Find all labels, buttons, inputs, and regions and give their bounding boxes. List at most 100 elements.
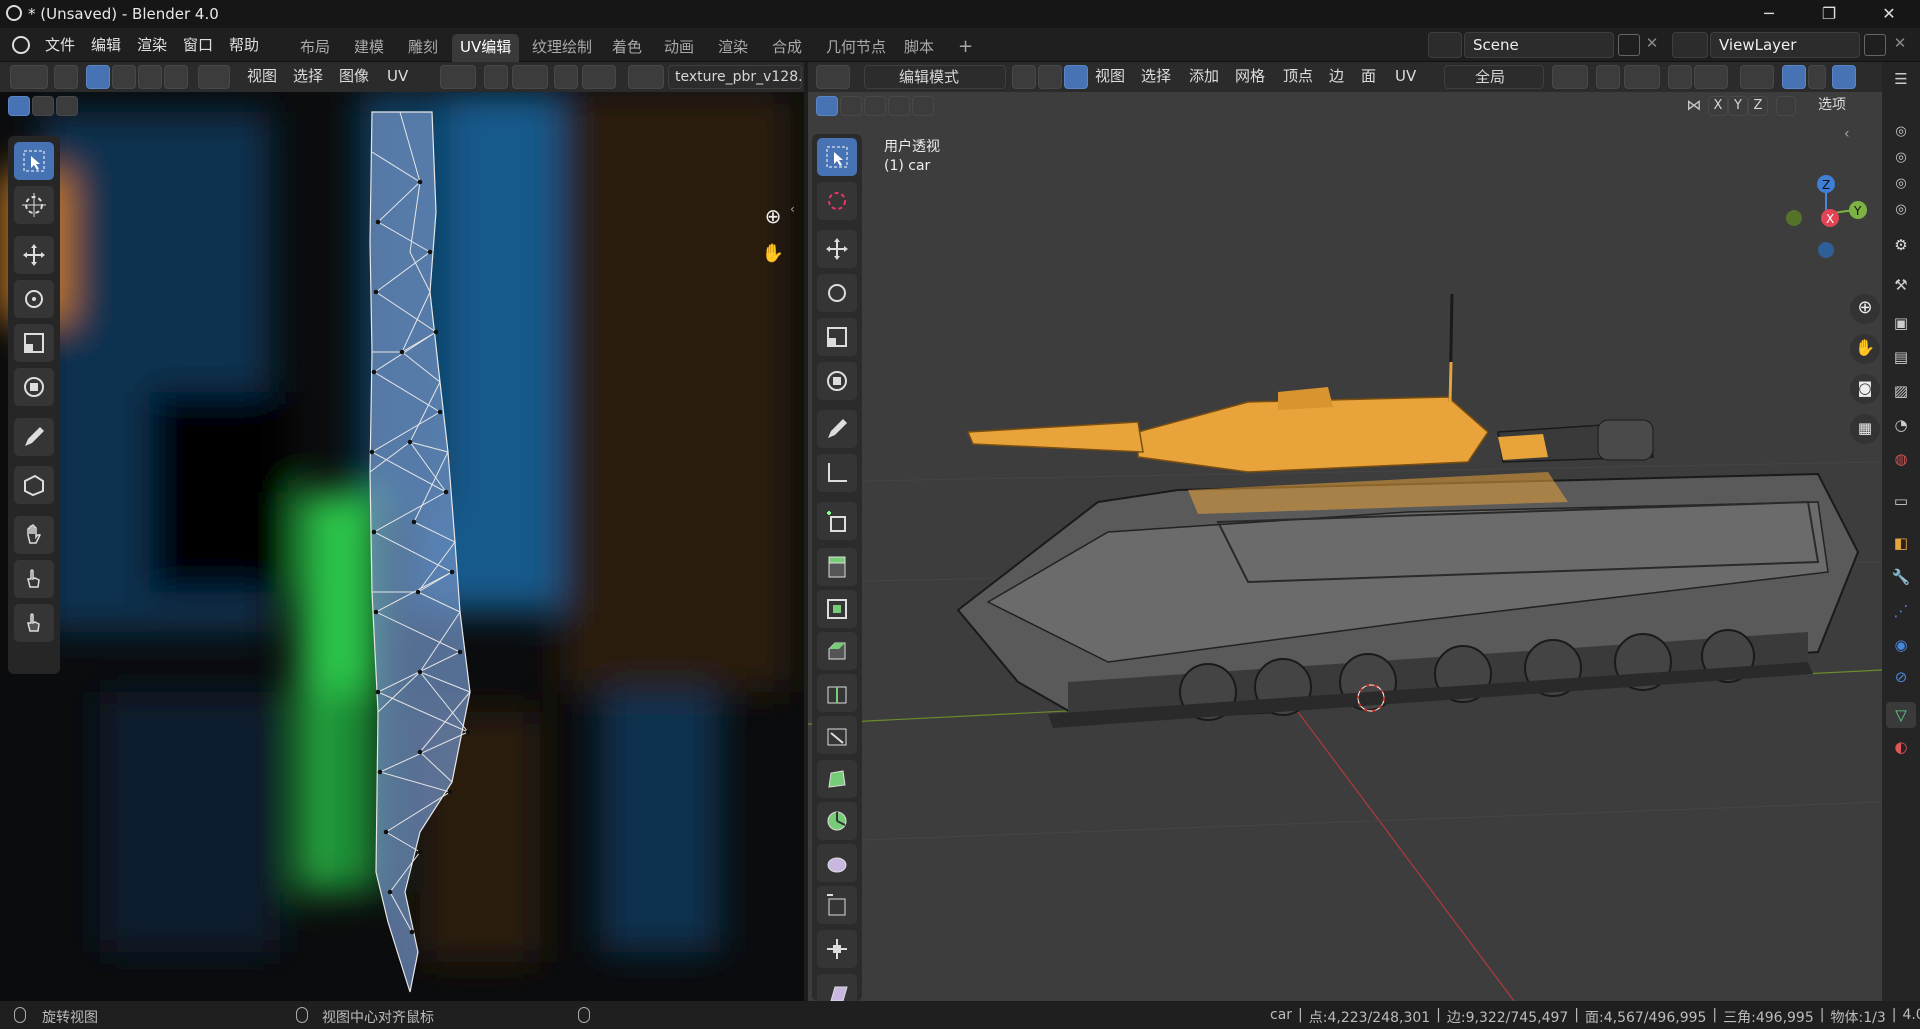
vp-rotate-tool[interactable] [817, 274, 857, 312]
outliner-toggle-icon[interactable]: ☰ [1890, 70, 1912, 90]
scene-props-icon[interactable]: ◔ [1890, 416, 1912, 438]
vp-edge-slide-tool[interactable] [817, 886, 857, 924]
menu-help[interactable]: 帮助 [222, 34, 266, 56]
delete-scene-icon[interactable]: ✕ [1642, 34, 1662, 56]
render-props-icon[interactable]: ▣ [1890, 314, 1912, 336]
tab-modeling[interactable]: 建模 [346, 34, 392, 62]
sync-selection-icon[interactable] [54, 65, 78, 89]
tab-scripting[interactable]: 脚本 [896, 34, 942, 62]
menu-render[interactable]: 渲染 [130, 34, 174, 56]
vp-smooth-tool[interactable] [817, 844, 857, 882]
output-props-icon[interactable]: ▤ [1890, 348, 1912, 370]
tab-layout[interactable]: 布局 [292, 34, 338, 62]
material-props-icon[interactable]: ◐ [1890, 738, 1912, 760]
tool-props-icon[interactable]: ⚙ [1890, 236, 1912, 258]
maximize-button[interactable]: ❐ [1806, 2, 1852, 26]
uv-menu-view[interactable]: 视图 [242, 65, 282, 89]
camera-4-icon[interactable]: ◎ [1892, 202, 1910, 220]
vertex-select-icon[interactable] [86, 65, 110, 89]
editor-type-icon[interactable] [10, 65, 48, 89]
falloff-icon[interactable] [582, 65, 616, 89]
vp-scale-tool[interactable] [817, 318, 857, 356]
tab-animation[interactable]: 动画 [656, 34, 702, 62]
vp-pan-icon[interactable]: ✋ [1850, 334, 1880, 364]
uv-menu-image[interactable]: 图像 [334, 65, 374, 89]
constraints-props-icon[interactable]: ⊘ [1890, 668, 1912, 690]
vp-bevel-tool[interactable] [817, 632, 857, 670]
vp-shear-tool[interactable] [817, 974, 857, 1001]
physics-props-icon[interactable]: ◉ [1890, 636, 1912, 658]
sticky-select-icon[interactable] [198, 65, 230, 89]
uv-menu-uv[interactable]: UV [382, 65, 413, 89]
scene-name-field[interactable]: Scene [1464, 32, 1614, 58]
vp-loopcut-tool[interactable] [817, 674, 857, 712]
world-props-icon[interactable]: ◍ [1890, 450, 1912, 472]
tab-compositing[interactable]: 合成 [764, 34, 810, 62]
sidebar-toggle-icon[interactable]: ‹ [790, 202, 795, 216]
scale-tool[interactable] [14, 324, 54, 362]
tab-shading[interactable]: 着色 [604, 34, 650, 62]
vp-annotate-tool[interactable] [817, 410, 857, 448]
rip-region-tool[interactable] [14, 466, 54, 504]
tab-geometry-nodes[interactable]: 几何节点 [818, 34, 894, 62]
relax-tool[interactable] [14, 560, 54, 598]
particles-props-icon[interactable]: ⋰ [1890, 602, 1912, 624]
proportional-edit-icon[interactable] [554, 65, 578, 89]
island-select-icon[interactable] [164, 65, 188, 89]
zoom-icon[interactable]: ⊕ [760, 204, 786, 230]
face-select-icon[interactable] [138, 65, 162, 89]
camera-3-icon[interactable]: ◎ [1892, 176, 1910, 194]
vp-zoom-icon[interactable]: ⊕ [1850, 294, 1880, 324]
vp-cursor-tool[interactable] [817, 182, 857, 220]
object-props-icon[interactable]: ◧ [1890, 534, 1912, 556]
vp-move-tool[interactable] [817, 230, 857, 268]
select-extend-mode-icon[interactable] [32, 96, 54, 116]
vp-add-cube-tool[interactable] [817, 502, 857, 540]
annotate-tool[interactable] [14, 418, 54, 456]
new-viewlayer-icon[interactable] [1864, 34, 1886, 56]
snap-target-icon[interactable] [512, 65, 548, 89]
tab-rendering[interactable]: 渲染 [710, 34, 756, 62]
collection-props-icon[interactable]: ▭ [1890, 492, 1912, 514]
tab-uv-editing[interactable]: UV编辑 [452, 34, 520, 62]
move-tool[interactable] [14, 236, 54, 274]
vp-extrude-tool[interactable] [817, 548, 857, 586]
vp-inset-tool[interactable] [817, 590, 857, 628]
tab-texture-paint[interactable]: 纹理绘制 [524, 34, 600, 62]
ortho-toggle-icon[interactable]: ▦ [1850, 414, 1880, 444]
image-browse-icon[interactable] [628, 65, 664, 89]
vp-transform-tool[interactable] [817, 362, 857, 400]
tool-settings-icon[interactable]: ⚒ [1890, 276, 1912, 298]
pan-hand-icon[interactable]: ✋ [760, 242, 786, 268]
new-scene-icon[interactable] [1618, 34, 1640, 56]
select-box-tool[interactable] [14, 142, 54, 180]
tab-sculpting[interactable]: 雕刻 [400, 34, 446, 62]
pinch-tool[interactable] [14, 604, 54, 642]
camera-2-icon[interactable]: ◎ [1892, 150, 1910, 168]
viewlayer-selector-icon[interactable] [1672, 32, 1708, 58]
cursor-tool[interactable] [14, 186, 54, 224]
blender-menu-icon[interactable] [12, 36, 30, 54]
viewlayer-name-field[interactable]: ViewLayer [1710, 32, 1860, 58]
data-props-icon[interactable]: ▽ [1886, 702, 1916, 728]
scene-selector-icon[interactable] [1428, 32, 1462, 58]
select-subtract-mode-icon[interactable] [56, 96, 78, 116]
minimize-button[interactable]: ─ [1746, 2, 1792, 26]
select-box-mode-icon[interactable] [8, 96, 30, 116]
vp-shrink-tool[interactable] [817, 930, 857, 968]
snap-icon[interactable] [484, 65, 508, 89]
vp-measure-tool[interactable] [817, 454, 857, 492]
3d-viewport[interactable]: 编辑模式 视图 选择 添加 网格 顶点 边 面 UV 全局 ⋈ X Y Z 选项 [808, 62, 1882, 1001]
menu-file[interactable]: 文件 [38, 34, 82, 56]
vp-knife-tool[interactable] [817, 716, 857, 754]
n-panel-toggle-icon[interactable]: ‹ [1844, 126, 1850, 142]
image-name-field[interactable]: texture_pbr_v128.p [668, 65, 802, 89]
menu-edit[interactable]: 编辑 [84, 34, 128, 56]
modifier-props-icon[interactable]: 🔧 [1890, 568, 1912, 590]
transform-tool[interactable] [14, 368, 54, 406]
camera-1-icon[interactable]: ◎ [1892, 124, 1910, 142]
view-layer-icon[interactable]: ▨ [1890, 382, 1912, 404]
close-button[interactable]: ✕ [1866, 2, 1912, 26]
uv-canvas[interactable]: ⊕ ✋ ‹ [0, 92, 804, 1001]
rotate-tool[interactable] [14, 280, 54, 318]
